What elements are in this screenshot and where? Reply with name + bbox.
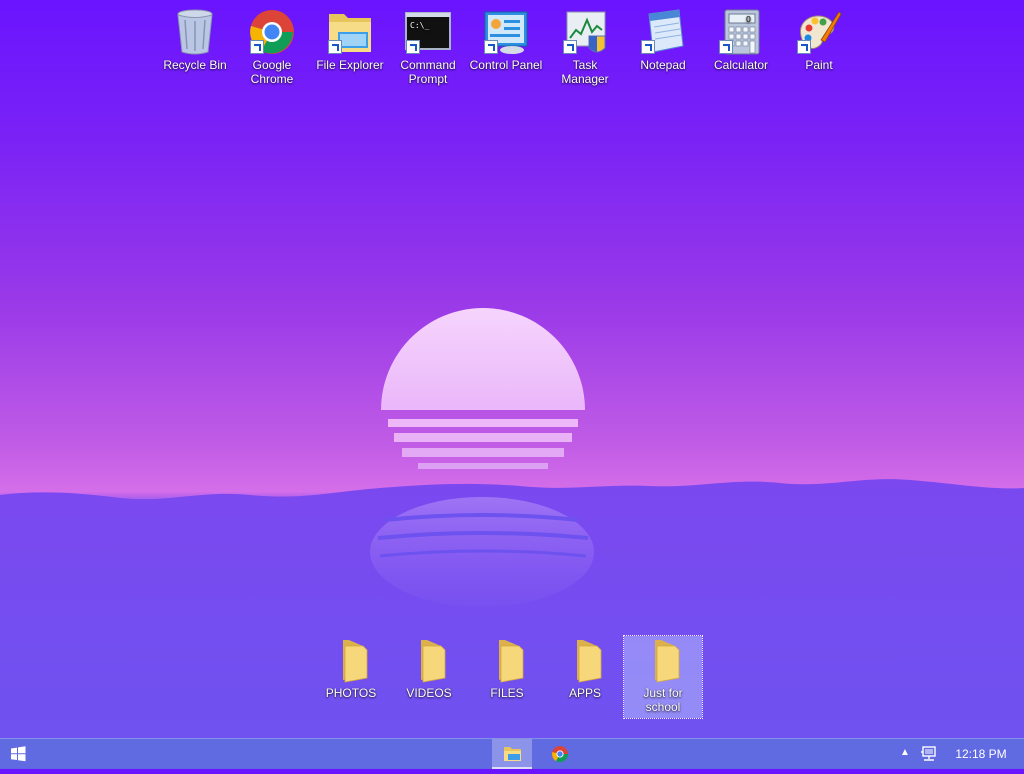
- taskbar: ▲ 12:18 PM: [0, 738, 1024, 769]
- google-chrome-shortcut[interactable]: Google Chrome: [233, 8, 311, 86]
- file-explorer-icon: [504, 747, 521, 761]
- paint-label: Paint: [805, 58, 833, 72]
- start-button[interactable]: [0, 739, 36, 769]
- shortcut-arrow-icon: [484, 40, 498, 54]
- sun-reflection: [370, 497, 594, 607]
- show-hidden-icons-button[interactable]: ▲: [898, 747, 912, 761]
- task-manager-label: Task Manager: [561, 58, 609, 86]
- file-explorer-shortcut[interactable]: File Explorer: [311, 8, 389, 72]
- file-explorer-icon: [326, 8, 374, 56]
- paint-icon: [795, 8, 843, 56]
- command-prompt-label: Command Prompt: [400, 58, 456, 86]
- folder-apps[interactable]: APPS: [546, 636, 624, 700]
- calculator-display: 0: [746, 15, 751, 24]
- calculator-shortcut[interactable]: 0 Calculator: [702, 8, 780, 72]
- folder-videos[interactable]: VIDEOS: [390, 636, 468, 700]
- google-chrome-label: Google Chrome: [250, 58, 294, 86]
- notepad-shortcut[interactable]: Notepad: [624, 8, 702, 72]
- folder-icon: [483, 636, 531, 684]
- desktop-wallpaper: [0, 308, 1024, 738]
- recycle-bin-label: Recycle Bin: [163, 58, 227, 72]
- shortcut-arrow-icon: [719, 40, 733, 54]
- chrome-icon: [248, 8, 296, 56]
- command-prompt-shortcut[interactable]: C:\_ Command Prompt: [389, 8, 467, 86]
- folder-label: VIDEOS: [406, 686, 452, 700]
- paint-shortcut[interactable]: Paint: [780, 8, 858, 72]
- shortcut-arrow-icon: [250, 40, 264, 54]
- task-manager-shortcut[interactable]: Task Manager: [546, 8, 624, 86]
- notepad-icon: [639, 8, 687, 56]
- folder-icon: [561, 636, 609, 684]
- cmd-glyph: C:\_: [410, 21, 429, 30]
- taskbar-clock[interactable]: 12:18 PM: [946, 739, 1016, 769]
- notepad-label: Notepad: [640, 58, 686, 72]
- folder-label: FILES: [490, 686, 524, 700]
- shortcut-arrow-icon: [641, 40, 655, 54]
- sun: [381, 308, 585, 469]
- control-panel-icon: [482, 8, 530, 56]
- control-panel-shortcut[interactable]: Control Panel: [467, 8, 545, 72]
- folder-icon: [327, 636, 375, 684]
- file-explorer-label: File Explorer: [316, 58, 384, 72]
- taskbar-chrome[interactable]: [540, 739, 580, 769]
- control-panel-label: Control Panel: [469, 58, 543, 72]
- taskbar-file-explorer[interactable]: [492, 739, 532, 769]
- folder-icon: [405, 636, 453, 684]
- folder-label: Just for school: [643, 686, 683, 714]
- network-icon[interactable]: [920, 745, 938, 763]
- calculator-label: Calculator: [713, 58, 769, 72]
- task-manager-icon: [561, 8, 609, 56]
- command-prompt-icon: C:\_: [404, 8, 452, 56]
- folder-label: PHOTOS: [325, 686, 377, 700]
- shortcut-arrow-icon: [797, 40, 811, 54]
- calculator-icon: 0: [717, 8, 765, 56]
- shortcut-arrow-icon: [563, 40, 577, 54]
- windows-logo-icon: [11, 746, 26, 762]
- recycle-bin-shortcut[interactable]: Recycle Bin: [156, 8, 234, 72]
- folder-photos[interactable]: PHOTOS: [312, 636, 390, 700]
- folder-just-for-school[interactable]: Just for school: [623, 635, 703, 719]
- folder-files[interactable]: FILES: [468, 636, 546, 700]
- chrome-icon: [552, 746, 569, 763]
- folder-icon: [639, 636, 687, 684]
- folder-label: APPS: [568, 686, 601, 700]
- shortcut-arrow-icon: [406, 40, 420, 54]
- shortcut-arrow-icon: [328, 40, 342, 54]
- recycle-bin-icon: [171, 8, 219, 56]
